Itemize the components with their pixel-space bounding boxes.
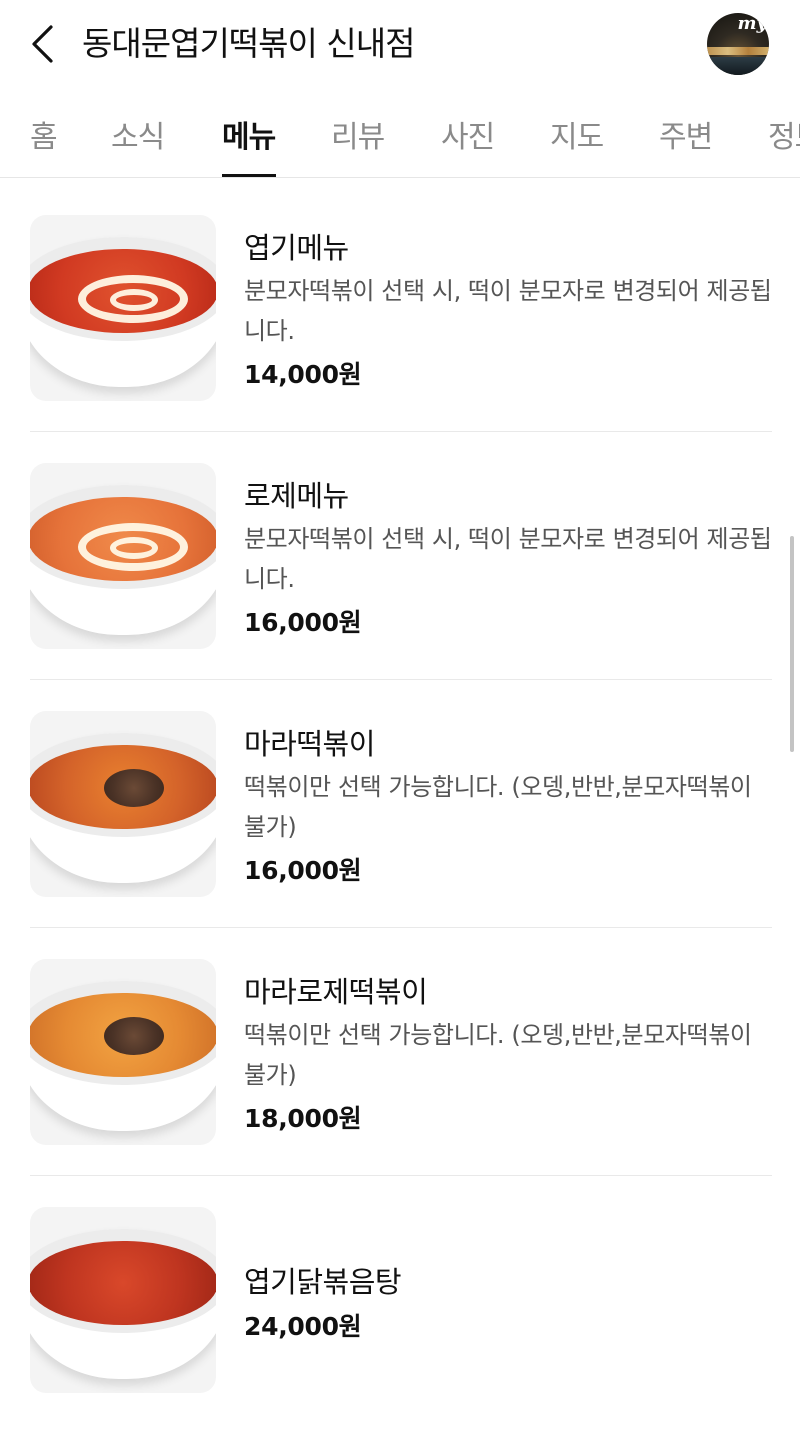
soup: [30, 497, 216, 581]
soup: [30, 249, 216, 333]
menu-item-name: 로제메뉴: [244, 479, 349, 513]
tab-map[interactable]: 지도: [550, 112, 604, 156]
menu-item[interactable]: 로제메뉴 분모자떡볶이 선택 시, 떡이 분모자로 변경되어 제공됩니다. 16…: [0, 463, 800, 683]
tab-info[interactable]: 정보: [768, 112, 800, 156]
avatar-image-detail: [707, 47, 769, 55]
divider: [30, 431, 772, 432]
tab-reviews[interactable]: 리뷰: [331, 112, 385, 156]
tab-nearby[interactable]: 주변: [659, 112, 713, 156]
soup: [30, 993, 216, 1077]
tab-photos[interactable]: 사진: [441, 112, 495, 156]
tab-home[interactable]: 홈: [30, 112, 58, 156]
menu-item[interactable]: 마라로제떡볶이 떡볶이만 선택 가능합니다. (오뎅,반반,분모자떡볶이 불가)…: [0, 959, 800, 1179]
cream-swirl-inner: [110, 289, 158, 311]
tab-bar: 홈 소식 메뉴 리뷰 사진 지도 주변 정보: [0, 98, 800, 178]
menu-item[interactable]: 엽기메뉴 분모자떡볶이 선택 시, 떡이 분모자로 변경되어 제공됩니다. 14…: [0, 215, 800, 435]
bowl-shape: [30, 237, 216, 387]
scrollbar[interactable]: [790, 536, 794, 752]
soup: [30, 1241, 216, 1325]
menu-item-photo: [30, 711, 216, 897]
menu-item-name: 마라떡볶이: [244, 727, 375, 761]
back-button[interactable]: [22, 20, 62, 68]
menu-item-name: 엽기닭볶음탕: [244, 1265, 402, 1299]
tab-news[interactable]: 소식: [111, 112, 165, 156]
menu-item-description: 분모자떡볶이 선택 시, 떡이 분모자로 변경되어 제공됩니다.: [244, 525, 772, 593]
tab-menu[interactable]: 메뉴: [222, 112, 276, 156]
menu-item-price: 16,000원: [244, 856, 362, 885]
bowl-shape: [30, 1229, 216, 1379]
beef-topping: [104, 1017, 164, 1055]
menu-item-description: 분모자떡볶이 선택 시, 떡이 분모자로 변경되어 제공됩니다.: [244, 277, 772, 345]
app-header: 동대문엽기떡볶이 신내점 my: [0, 0, 800, 88]
bowl-shape: [30, 981, 216, 1131]
menu-item-photo: [30, 463, 216, 649]
menu-item-price: 24,000원: [244, 1312, 362, 1341]
menu-item-name: 엽기메뉴: [244, 231, 349, 265]
menu-item-photo: [30, 959, 216, 1145]
menu-item-photo: [30, 1207, 216, 1393]
avatar-badge: my: [737, 13, 767, 34]
bowl-shape: [30, 485, 216, 635]
avatar-image-water: [707, 57, 769, 75]
menu-item-description: 떡볶이만 선택 가능합니다. (오뎅,반반,분모자떡볶이 불가): [244, 773, 752, 841]
menu-item[interactable]: 마라떡볶이 떡볶이만 선택 가능합니다. (오뎅,반반,분모자떡볶이 불가) 1…: [0, 711, 800, 931]
menu-item[interactable]: 엽기닭볶음탕 24,000원: [0, 1207, 800, 1397]
chevron-left-icon: [32, 25, 53, 63]
menu-item-price: 16,000원: [244, 608, 362, 637]
menu-item-photo: [30, 215, 216, 401]
divider: [30, 927, 772, 928]
divider: [30, 1175, 772, 1176]
divider: [30, 679, 772, 680]
soup: [30, 745, 216, 829]
menu-item-price: 18,000원: [244, 1104, 362, 1133]
bowl-shape: [30, 733, 216, 883]
menu-item-description: 떡볶이만 선택 가능합니다. (오뎅,반반,분모자떡볶이 불가): [244, 1021, 752, 1089]
active-tab-indicator: [222, 174, 276, 177]
avatar[interactable]: my: [707, 13, 769, 75]
menu-item-name: 마라로제떡볶이: [244, 975, 428, 1009]
beef-topping: [104, 769, 164, 807]
page-title: 동대문엽기떡볶이 신내점: [82, 24, 415, 63]
menu-item-price: 14,000원: [244, 360, 362, 389]
cream-swirl-inner: [110, 537, 158, 559]
